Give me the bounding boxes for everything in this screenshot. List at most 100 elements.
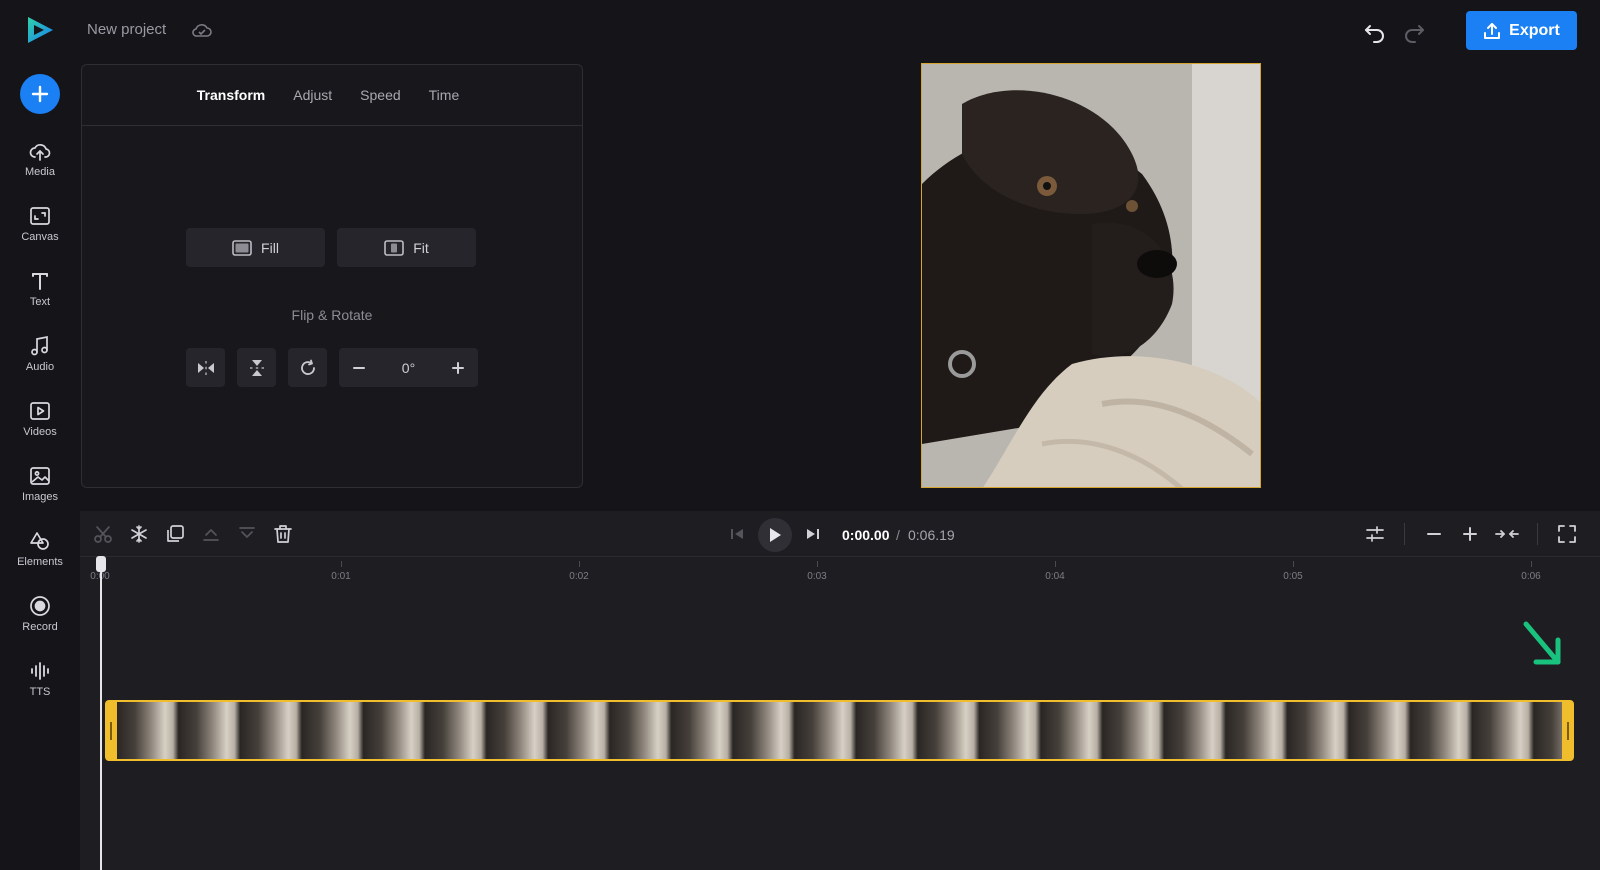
skip-forward-icon[interactable]	[802, 523, 824, 545]
sidebar-item-label: Text	[29, 296, 51, 308]
play-icon	[768, 527, 782, 543]
arrow-hint-icon	[1520, 618, 1568, 670]
rotation-value[interactable]: 0°	[402, 360, 415, 376]
flip-rotate-title: Flip & Rotate	[291, 307, 373, 323]
dog-video-frame	[922, 64, 1260, 487]
duplicate-icon[interactable]	[164, 523, 186, 545]
sidebar-item-label: Media	[25, 166, 55, 178]
rotate-icon	[299, 359, 317, 377]
ruler-label: 0:03	[807, 571, 827, 582]
sidebar-item-elements[interactable]: Elements	[0, 530, 80, 586]
fill-icon	[232, 239, 252, 256]
sidebar-item-record[interactable]: Record	[0, 595, 80, 651]
ruler-tick	[1055, 561, 1056, 567]
sidebar-item-label: Canvas	[21, 231, 59, 243]
export-icon	[1483, 22, 1501, 40]
fill-fit-group: Fill Fit	[186, 228, 476, 267]
waveform-icon	[29, 660, 51, 682]
export-button[interactable]: Export	[1466, 11, 1577, 50]
time-separator: /	[896, 527, 900, 543]
freeze-frame-icon[interactable]	[128, 523, 150, 545]
sidebar-item-label: TTS	[29, 686, 51, 698]
image-icon	[29, 465, 51, 487]
sidebar-item-videos[interactable]: Videos	[0, 400, 80, 456]
ruler-tick	[1293, 561, 1294, 567]
ruler-tick	[341, 561, 342, 567]
ruler-label: 0:06	[1521, 571, 1541, 582]
fill-button[interactable]: Fill	[186, 228, 325, 267]
video-preview[interactable]	[921, 63, 1261, 488]
music-note-icon	[29, 335, 51, 357]
sidebar-item-text[interactable]: Text	[0, 270, 80, 326]
fullscreen-icon[interactable]	[1556, 523, 1578, 545]
tab-transform[interactable]: Transform	[197, 87, 265, 103]
fit-label: Fit	[413, 239, 429, 256]
zoom-in-icon[interactable]	[1459, 523, 1481, 545]
video-icon	[29, 400, 51, 422]
toolbar-divider	[1537, 523, 1538, 545]
flip-rotate-controls: 0°	[186, 348, 478, 387]
upload-cloud-icon	[29, 140, 51, 162]
ruler-label: 0:05	[1283, 571, 1303, 582]
move-up-icon[interactable]	[200, 523, 222, 545]
tab-time[interactable]: Time	[429, 87, 460, 103]
export-label: Export	[1509, 21, 1560, 39]
tab-speed[interactable]: Speed	[360, 87, 400, 103]
sidebar-item-media[interactable]: Media	[0, 140, 80, 196]
sidebar-item-images[interactable]: Images	[0, 465, 80, 521]
cloud-saved-icon	[191, 20, 213, 40]
fit-button[interactable]: Fit	[337, 228, 476, 267]
properties-panel: Transform Adjust Speed Time Fill Fit Fli…	[81, 64, 583, 488]
ruler-tick	[1531, 561, 1532, 567]
rotation-decrease-button[interactable]	[351, 360, 367, 376]
sidebar: Media Canvas Text Audio Videos Images El…	[0, 62, 80, 870]
rotation-stepper: 0°	[339, 348, 478, 387]
project-name[interactable]: New project	[87, 21, 166, 38]
add-button[interactable]	[20, 74, 60, 114]
flip-horizontal-button[interactable]	[186, 348, 225, 387]
rotate-button[interactable]	[288, 348, 327, 387]
video-clip[interactable]	[105, 700, 1574, 761]
move-down-icon[interactable]	[236, 523, 258, 545]
ruler-tick	[817, 561, 818, 567]
canvas-icon	[29, 205, 51, 227]
total-duration: 0:06.19	[908, 527, 955, 543]
sidebar-item-canvas[interactable]: Canvas	[0, 205, 80, 261]
clip-trim-handle-right[interactable]	[1567, 722, 1569, 740]
fit-timeline-icon[interactable]	[1495, 523, 1519, 545]
redo-button[interactable]	[1401, 18, 1427, 44]
clip-thumbnails	[117, 702, 1562, 759]
rotation-increase-button[interactable]	[450, 360, 466, 376]
flip-vertical-button[interactable]	[237, 348, 276, 387]
fit-icon	[384, 239, 405, 256]
toolbar-divider	[1404, 523, 1405, 545]
split-scissors-icon[interactable]	[92, 523, 114, 545]
timeline-toolbar: 0:00.00 / 0:06.19	[80, 511, 1600, 557]
current-time: 0:00.00	[842, 527, 890, 543]
sidebar-item-label: Elements	[17, 556, 63, 568]
time-ruler[interactable]: 0:00 0:01 0:02 0:03 0:04 0:05 0:06	[80, 557, 1600, 587]
timeline-settings-icon[interactable]	[1364, 523, 1386, 545]
sidebar-item-tts[interactable]: TTS	[0, 660, 80, 716]
zoom-out-icon[interactable]	[1423, 523, 1445, 545]
app-logo[interactable]	[24, 14, 56, 46]
flip-horizontal-icon	[197, 360, 215, 376]
skip-back-icon[interactable]	[726, 523, 748, 545]
text-icon	[29, 270, 51, 292]
clip-trim-handle-left[interactable]	[110, 722, 112, 740]
play-button[interactable]	[758, 518, 792, 552]
record-icon	[29, 595, 51, 617]
playhead-handle[interactable]	[96, 556, 106, 572]
sidebar-item-label: Audio	[25, 361, 55, 373]
ruler-label: 0:02	[569, 571, 589, 582]
panel-tabs: Transform Adjust Speed Time	[82, 65, 582, 126]
ruler-label: 0:01	[331, 571, 351, 582]
trash-icon[interactable]	[272, 523, 294, 545]
sidebar-item-label: Record	[22, 621, 58, 633]
undo-button[interactable]	[1362, 18, 1388, 44]
sidebar-item-audio[interactable]: Audio	[0, 335, 80, 391]
fill-label: Fill	[261, 239, 279, 256]
playhead-line	[100, 561, 102, 870]
sidebar-item-label: Images	[21, 491, 59, 503]
tab-adjust[interactable]: Adjust	[293, 87, 332, 103]
